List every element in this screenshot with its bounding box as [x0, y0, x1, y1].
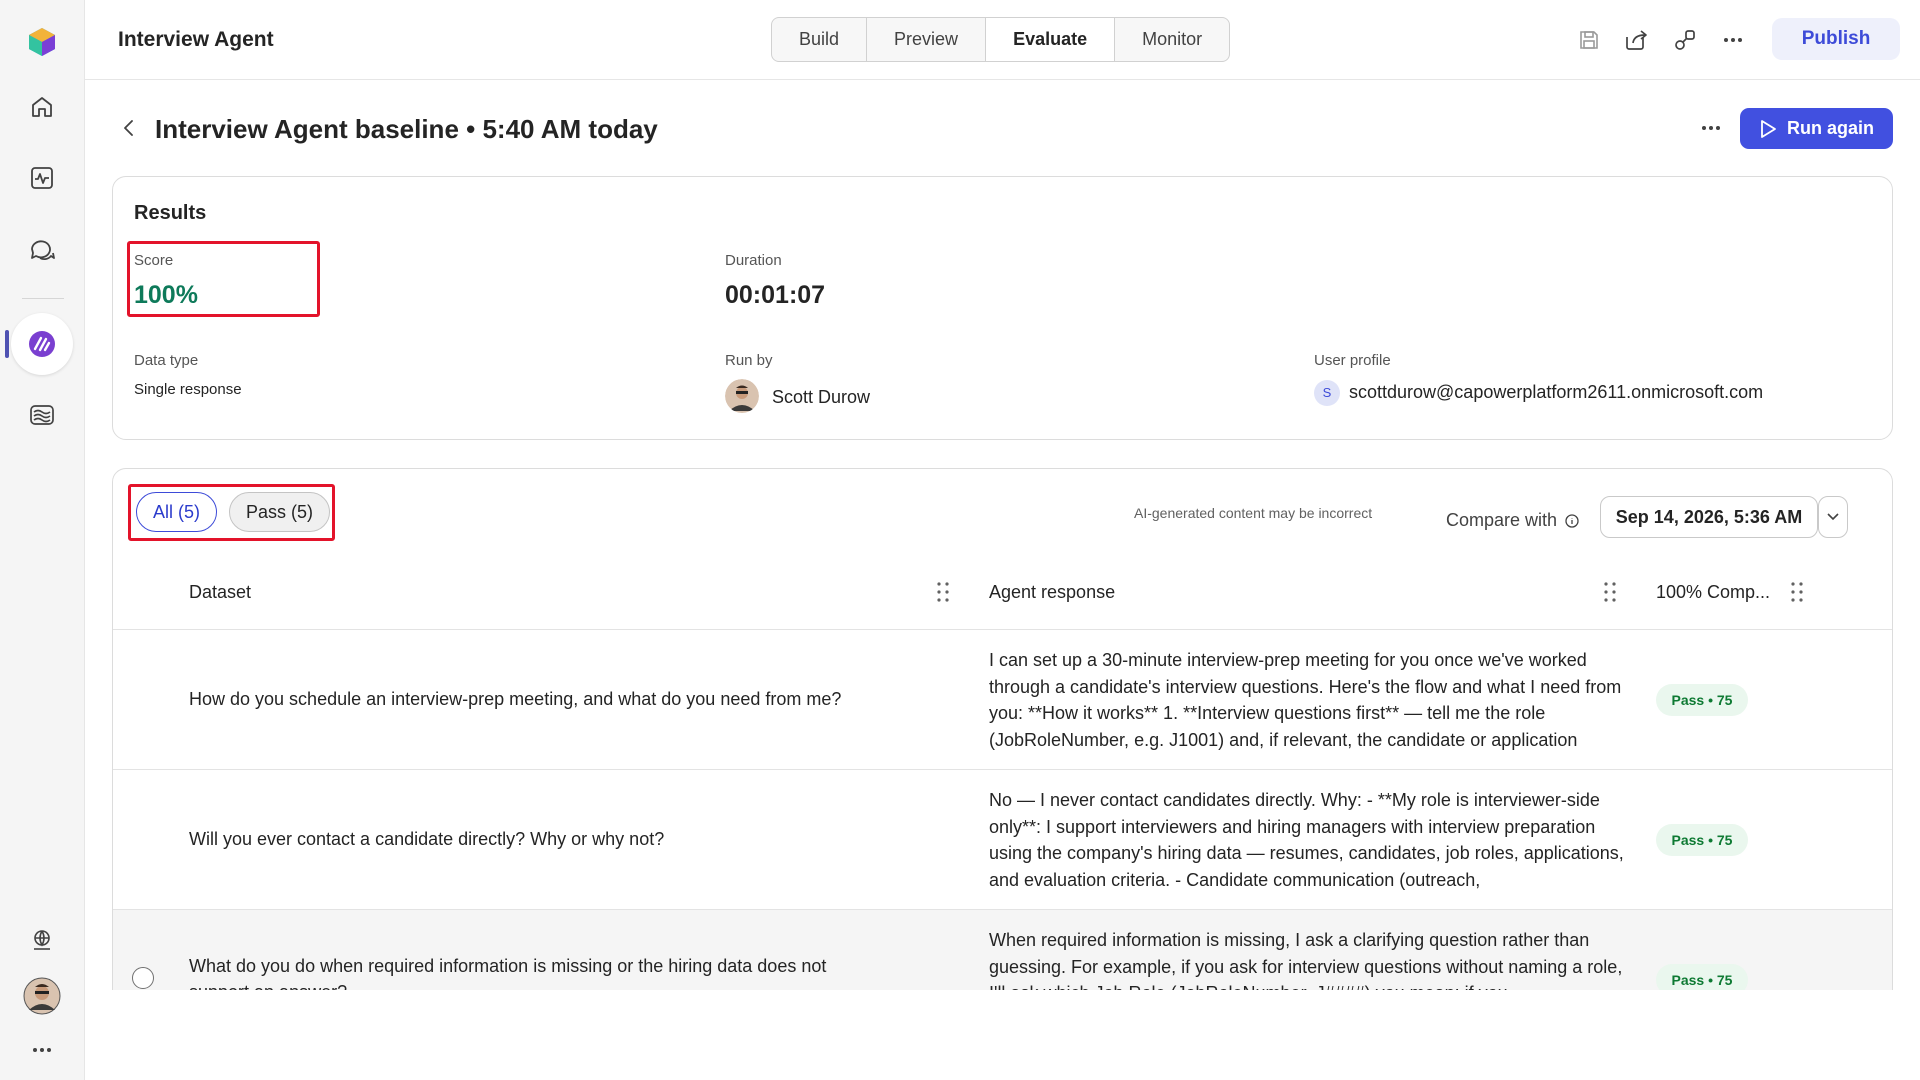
app-title: Interview Agent [118, 28, 274, 51]
top-header: Interview Agent Build Preview Evaluate M… [85, 0, 1920, 80]
tab-evaluate[interactable]: Evaluate [986, 18, 1116, 61]
save-icon[interactable] [1576, 27, 1602, 53]
play-icon [1761, 119, 1776, 138]
more-icon[interactable] [22, 1030, 62, 1070]
table-row[interactable]: Will you ever contact a candidate direct… [113, 770, 1892, 910]
dataset-question: Will you ever contact a candidate direct… [189, 829, 665, 849]
avatar [725, 379, 759, 413]
data-type-label: Data type [134, 352, 199, 369]
copilot-logo-icon[interactable] [22, 22, 62, 62]
activity-icon[interactable] [22, 158, 62, 198]
data-type-value: Single response [134, 381, 242, 398]
more-icon[interactable] [1720, 27, 1746, 53]
ai-disclaimer: AI-generated content may be incorrect [1134, 505, 1373, 521]
run-by-label: Run by [725, 352, 773, 369]
back-chevron-icon[interactable] [117, 116, 141, 140]
info-icon[interactable] [1565, 513, 1579, 528]
status-badge: Pass • 75 [1656, 824, 1748, 856]
share-icon[interactable] [1624, 27, 1650, 53]
chevron-down-icon[interactable] [1818, 496, 1848, 538]
tab-preview[interactable]: Preview [867, 18, 987, 61]
chat-icon[interactable] [22, 230, 62, 270]
rail-divider [22, 298, 64, 299]
left-rail [0, 0, 85, 1080]
agent-response: I can set up a 30-minute interview-prep … [989, 650, 1622, 750]
connect-icon[interactable] [1672, 27, 1698, 53]
dataset-question: How do you schedule an interview-prep me… [189, 689, 842, 709]
user-profile-label: User profile [1314, 352, 1391, 369]
tab-monitor[interactable]: Monitor [1115, 18, 1229, 61]
run-again-button[interactable]: Run again [1740, 108, 1893, 149]
publish-button[interactable]: Publish [1772, 18, 1900, 60]
user-initial-badge: S [1314, 380, 1340, 406]
duration-label: Duration [725, 252, 782, 269]
page-title: Interview Agent baseline • 5:40 AM today [155, 114, 658, 144]
row-select-radio[interactable] [132, 967, 154, 989]
filter-all-button[interactable]: All (5) [136, 492, 218, 532]
tab-build[interactable]: Build [772, 18, 868, 61]
compare-date-dropdown[interactable]: Sep 14, 2026, 5:36 AM [1600, 496, 1818, 538]
duration-value: 00:01:07 [725, 281, 826, 309]
home-icon[interactable] [22, 87, 62, 127]
evaluation-results-table: All (5) Pass (5) AI-generated content ma… [112, 468, 1893, 1080]
column-resize-handle-icon[interactable] [1602, 579, 1618, 605]
column-resize-handle-icon[interactable] [935, 579, 951, 605]
tab-bar: Build Preview Evaluate Monitor [771, 17, 1231, 62]
compare-with: Compare with [1446, 510, 1579, 531]
table-row[interactable]: How do you schedule an interview-prep me… [113, 630, 1892, 770]
score-label: Score [134, 252, 174, 269]
globe-icon[interactable] [22, 920, 62, 960]
score-value: 100% [134, 281, 198, 309]
app-window: Interview Agent Build Preview Evaluate M… [0, 0, 1920, 1080]
run-again-label: Run again [1786, 118, 1874, 138]
results-card: Results Score 100% Duration 00:01:07 Dat… [112, 176, 1893, 440]
compare-label: Compare with [1446, 510, 1558, 530]
rail-active-indicator [5, 330, 9, 358]
user-profile-value: scottdurow@capowerplatform2611.onmicroso… [1349, 382, 1764, 402]
results-title: Results [134, 202, 207, 224]
agent-response: No — I never contact candidates directly… [989, 790, 1624, 890]
more-icon[interactable] [1700, 115, 1726, 141]
column-header-comparison[interactable]: 100% Comp... [1656, 582, 1770, 603]
content-bottom-fade [86, 990, 1920, 1080]
avatar[interactable] [22, 976, 62, 1016]
column-resize-handle-icon[interactable] [1789, 579, 1805, 605]
filter-pass-button[interactable]: Pass (5) [229, 492, 331, 532]
knowledge-icon[interactable] [22, 395, 62, 435]
status-badge: Pass • 75 [1656, 684, 1748, 716]
agent-icon[interactable] [22, 324, 62, 364]
column-header-agent-response[interactable]: Agent response [989, 582, 1115, 603]
run-by-value: Scott Durow [772, 387, 871, 407]
column-header-dataset[interactable]: Dataset [189, 582, 251, 603]
